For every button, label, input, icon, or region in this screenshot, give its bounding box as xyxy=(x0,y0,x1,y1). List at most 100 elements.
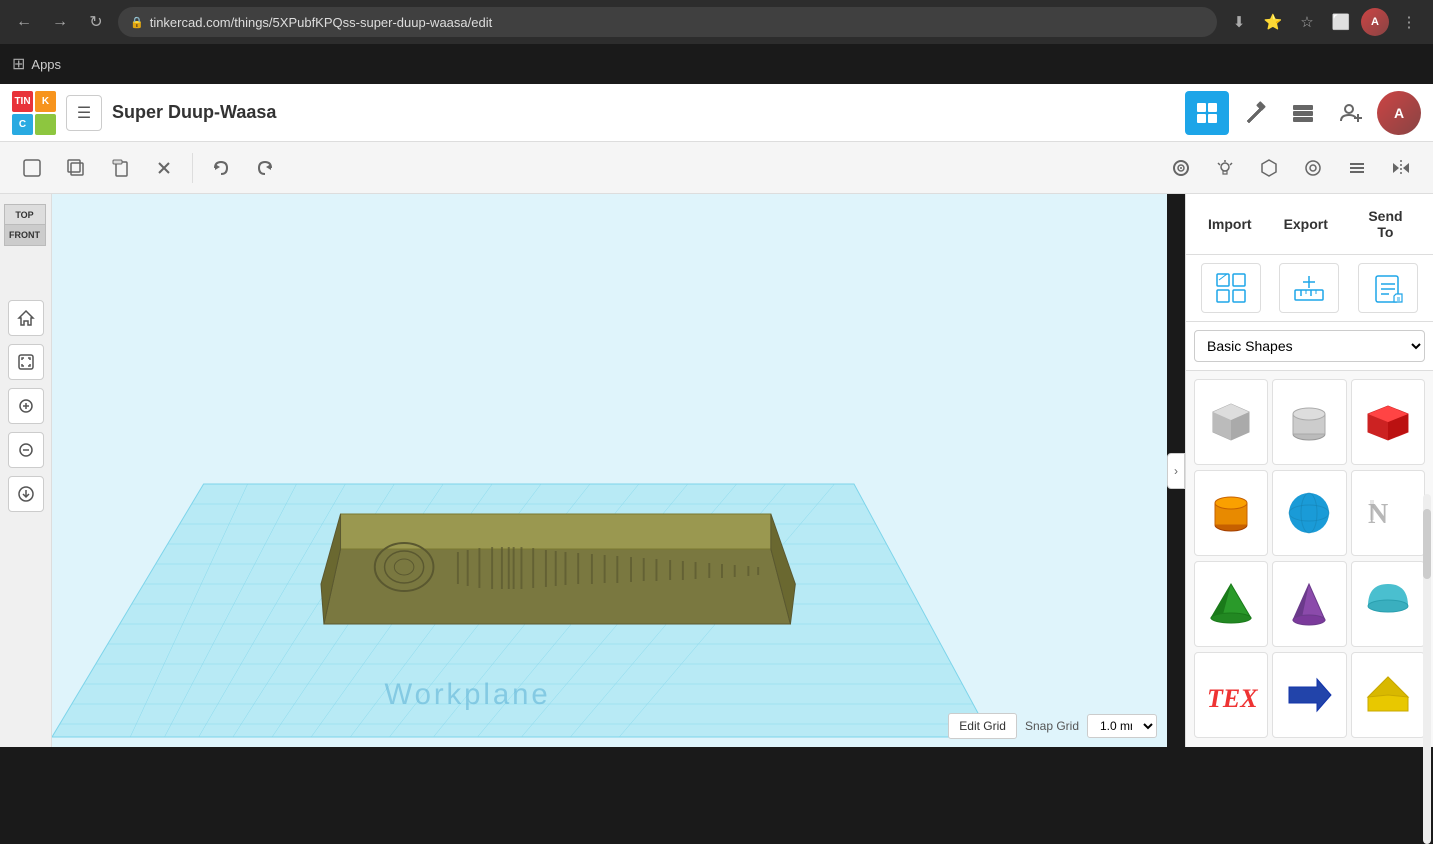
top-right-buttons: A xyxy=(1185,91,1421,135)
edit-grid-button[interactable]: Edit Grid xyxy=(948,713,1017,739)
ruler-view-button[interactable] xyxy=(1279,263,1339,313)
panel-scrollbar[interactable] xyxy=(1423,494,1431,844)
project-name: Super Duup-Waasa xyxy=(112,102,1185,123)
grid-view-icon xyxy=(1195,101,1219,125)
forward-button[interactable]: → xyxy=(46,8,74,36)
more-button[interactable]: ⋮ xyxy=(1395,8,1423,36)
snap-grid-select[interactable]: 1.0 mm 0.5 mm 2.0 mm xyxy=(1087,714,1157,738)
notes-view-button[interactable] xyxy=(1358,263,1418,313)
svg-text:Workplane: Workplane xyxy=(385,678,551,711)
zoom-in-icon xyxy=(17,397,35,415)
copy-icon xyxy=(66,158,86,178)
delete-icon xyxy=(154,158,174,178)
hammer-icon xyxy=(1243,101,1267,125)
viewport-bottom-controls: Edit Grid Snap Grid 1.0 mm 0.5 mm 2.0 mm xyxy=(948,713,1157,739)
shape-cylinder-solid[interactable] xyxy=(1194,470,1268,556)
home-view-button[interactable] xyxy=(8,300,44,336)
main-layout: TOP FRONT xyxy=(0,194,1433,747)
layers-button[interactable] xyxy=(1281,91,1325,135)
light-button[interactable] xyxy=(1205,148,1245,188)
panel-notes-icon xyxy=(1372,272,1404,304)
shape-box-solid[interactable] xyxy=(1351,379,1425,465)
view-cube-front[interactable]: FRONT xyxy=(4,224,46,246)
shape-pyramid-solid[interactable] xyxy=(1194,561,1268,647)
svg-text:TEXT: TEXT xyxy=(1207,684,1259,713)
browser-bar: ← → ↻ 🔒 tinkercad.com/things/5XPubfKPQss… xyxy=(0,0,1433,44)
undo-icon xyxy=(211,158,231,178)
redo-icon xyxy=(255,158,275,178)
shape-roof-solid[interactable] xyxy=(1351,652,1425,738)
shape-category-select[interactable]: Basic Shapes xyxy=(1194,330,1425,362)
shape-arrow-solid[interactable] xyxy=(1272,652,1346,738)
user-avatar-button[interactable]: A xyxy=(1377,91,1421,135)
shape-cylinder-hole[interactable] xyxy=(1272,379,1346,465)
workplane-svg: Workplane xyxy=(52,194,1167,747)
shape-text-3d[interactable]: N xyxy=(1351,470,1425,556)
paste-button[interactable] xyxy=(100,148,140,188)
logo-cell-tin: TIN xyxy=(12,91,33,112)
camera-icon xyxy=(1171,158,1191,178)
reload-button[interactable]: ↻ xyxy=(82,8,110,36)
shape-tools-button[interactable] xyxy=(1249,148,1289,188)
url-text: tinkercad.com/things/5XPubfKPQss-super-d… xyxy=(150,15,493,30)
download-icon xyxy=(17,485,35,503)
apps-bar: ⊞ Apps xyxy=(0,44,1433,84)
delete-button[interactable] xyxy=(144,148,184,188)
hamburger-button[interactable]: ☰ xyxy=(66,95,102,131)
panel-grid-icon xyxy=(1215,272,1247,304)
shape-sphere-solid[interactable] xyxy=(1272,470,1346,556)
import-button[interactable]: Import xyxy=(1194,202,1266,246)
fit-view-button[interactable] xyxy=(8,344,44,380)
send-to-button[interactable]: Send To xyxy=(1346,202,1425,246)
redo-button[interactable] xyxy=(245,148,285,188)
back-button[interactable]: ← xyxy=(10,8,38,36)
bookmark-button[interactable]: ⭐ xyxy=(1259,8,1287,36)
collapse-panel-button[interactable]: › xyxy=(1167,453,1185,489)
address-bar[interactable]: 🔒 tinkercad.com/things/5XPubfKPQss-super… xyxy=(118,7,1217,37)
logo-cell-ker: K xyxy=(35,91,56,112)
mirror-button[interactable] xyxy=(1381,148,1421,188)
pick-button[interactable] xyxy=(1233,91,1277,135)
circle-tool-button[interactable] xyxy=(1293,148,1333,188)
scrollbar-thumb[interactable] xyxy=(1423,509,1431,579)
paste-icon xyxy=(110,158,130,178)
zoom-out-icon xyxy=(17,441,35,459)
logo-cell-cad: C xyxy=(12,114,33,135)
download-button[interactable] xyxy=(8,476,44,512)
view-cube-area: TOP FRONT xyxy=(4,204,48,284)
logo-cell-extra xyxy=(35,114,56,135)
export-button[interactable]: Export xyxy=(1270,202,1342,246)
apps-label: Apps xyxy=(31,57,61,72)
shape-box-hole[interactable] xyxy=(1194,379,1268,465)
panel-icons-row xyxy=(1186,255,1433,322)
view-3d-button[interactable] xyxy=(1185,91,1229,135)
align-button[interactable] xyxy=(1337,148,1377,188)
view-cube-top[interactable]: TOP xyxy=(4,204,46,226)
browser-profile-avatar[interactable]: A xyxy=(1361,8,1389,36)
browser-right-icons: ⬇ ⭐ ☆ ⬜ A ⋮ xyxy=(1225,8,1423,36)
extensions-button[interactable]: ⬜ xyxy=(1327,8,1355,36)
toolbar-separator-1 xyxy=(192,153,193,183)
new-shape-button[interactable] xyxy=(12,148,52,188)
shape-text-label[interactable]: TEXT xyxy=(1194,652,1268,738)
zoom-in-button[interactable] xyxy=(8,388,44,424)
camera-button[interactable] xyxy=(1161,148,1201,188)
add-user-button[interactable] xyxy=(1329,91,1373,135)
download-button[interactable]: ⬇ xyxy=(1225,8,1253,36)
panel-top-actions: Import Export Send To xyxy=(1186,194,1433,255)
star-button[interactable]: ☆ xyxy=(1293,8,1321,36)
zoom-out-button[interactable] xyxy=(8,432,44,468)
light-icon xyxy=(1215,158,1235,178)
home-icon xyxy=(17,309,35,327)
snap-grid-label: Snap Grid xyxy=(1025,719,1079,733)
copy-button[interactable] xyxy=(56,148,96,188)
tinkercad-bar: TIN K C ☰ Super Duup-Waasa xyxy=(0,84,1433,142)
shape-half-sphere[interactable] xyxy=(1351,561,1425,647)
grid-view-button[interactable] xyxy=(1201,263,1261,313)
align-icon xyxy=(1347,158,1367,178)
undo-button[interactable] xyxy=(201,148,241,188)
circle-icon xyxy=(1303,158,1323,178)
shape-cone-solid[interactable] xyxy=(1272,561,1346,647)
viewport[interactable]: Workplane xyxy=(52,194,1167,747)
shape-category-bar: Basic Shapes xyxy=(1186,322,1433,371)
